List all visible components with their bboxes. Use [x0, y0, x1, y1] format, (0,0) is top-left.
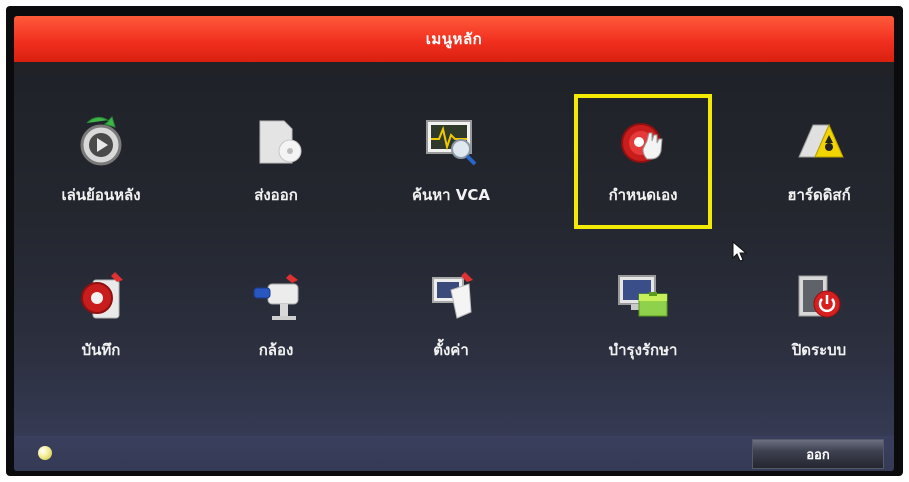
record-icon [81, 272, 123, 319]
menu-item-configuration[interactable]: ตั้งค่า [376, 266, 526, 386]
menu-item-label: บำรุงรักษา [608, 341, 678, 359]
menu-item-playback[interactable]: เล่นย้อนหลัง [26, 111, 176, 231]
menu-item-shutdown[interactable]: ปิดระบบ [744, 266, 894, 386]
menu-item-record[interactable]: บันทึก [26, 266, 176, 386]
hdd-icon [798, 123, 844, 158]
menu-item-label: ส่งออก [254, 186, 298, 204]
dvr-screen-frame: เมนูหลัก เล่นย้อนหลัง ส่งออก ค้นหา VCA ก… [6, 6, 903, 476]
menu-item-label: บันทึก [81, 341, 121, 359]
menu-item-camera[interactable]: กล้อง [201, 266, 351, 386]
menu-item-label: ปิดระบบ [791, 341, 847, 359]
vca-search-icon [426, 120, 477, 166]
main-menu-window: เมนูหลัก เล่นย้อนหลัง ส่งออก ค้นหา VCA ก… [14, 16, 894, 471]
exit-button[interactable]: ออก [752, 439, 884, 469]
mouse-cursor-icon [732, 241, 748, 262]
menu-item-hdd[interactable]: ฮาร์ดดิสก์ [744, 111, 894, 231]
selection-highlight [574, 94, 712, 229]
menu-item-label: ค้นหา VCA [411, 186, 491, 204]
status-bar: ออก [14, 436, 894, 471]
shutdown-icon [798, 275, 841, 318]
title-bar: เมนูหลัก [14, 16, 894, 62]
menu-item-vca-search[interactable]: ค้นหา VCA [376, 111, 526, 231]
status-indicator-icon [38, 446, 52, 460]
export-icon [259, 120, 302, 164]
camera-icon [253, 274, 299, 320]
playback-icon [80, 116, 122, 166]
window-title: เมนูหลัก [425, 30, 483, 48]
menu-item-label: กล้อง [258, 341, 294, 359]
menu-item-label: เล่นย้อนหลัง [61, 186, 141, 204]
maintenance-icon [618, 275, 668, 317]
configuration-icon [432, 272, 473, 319]
menu-item-label: ฮาร์ดดิสก์ [787, 186, 851, 204]
menu-item-maintenance[interactable]: บำรุงรักษา [568, 266, 718, 386]
menu-item-label: ตั้งค่า [433, 341, 469, 359]
menu-item-export[interactable]: ส่งออก [201, 111, 351, 231]
